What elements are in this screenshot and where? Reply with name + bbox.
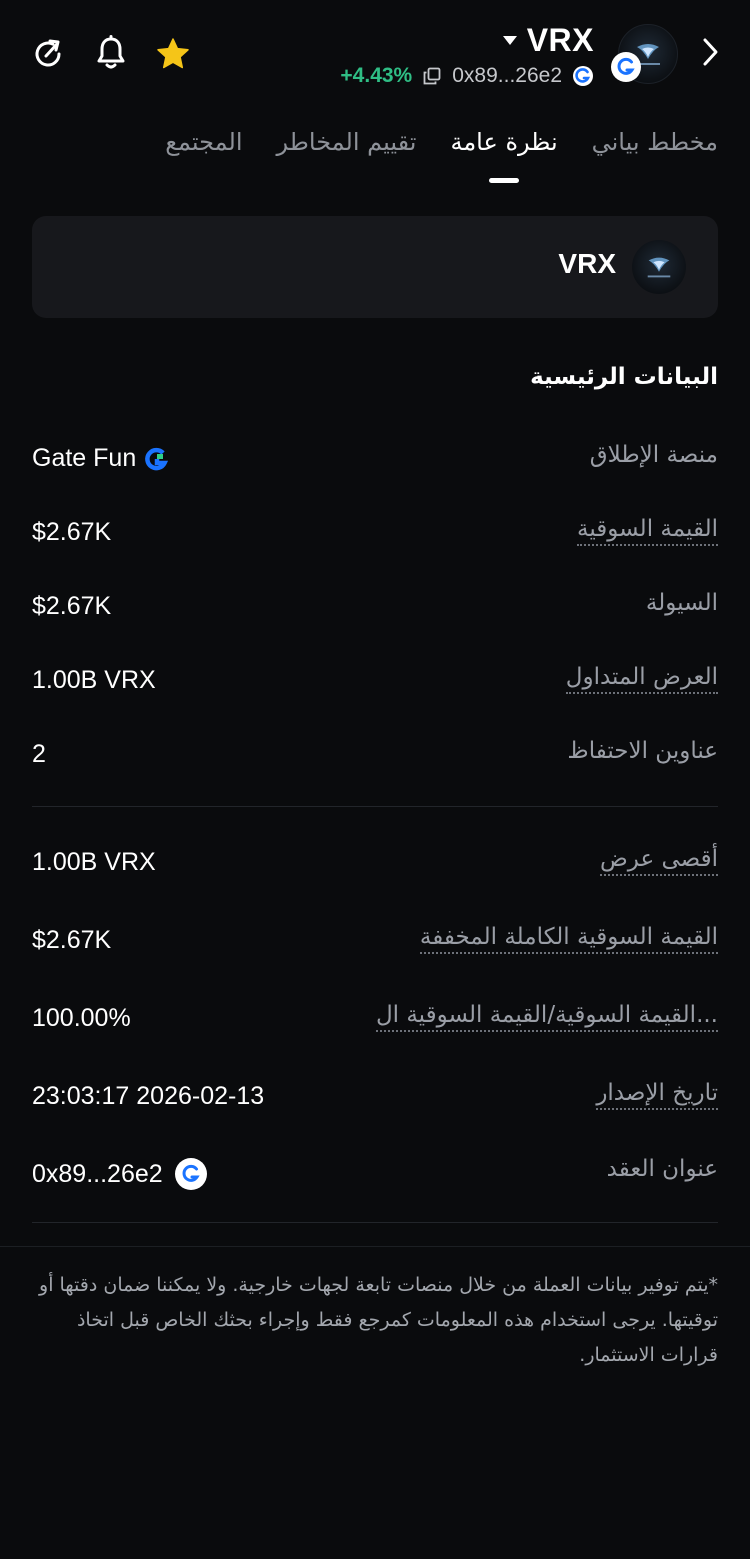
row-label[interactable]: تاريخ الإصدار [596,1080,718,1110]
row-label: عناوين الاحتفاظ [567,738,718,764]
section-divider [32,1222,718,1223]
row-label: السيولة [645,590,718,616]
tab-overview[interactable]: نظرة عامة [450,128,557,188]
contract-address-short[interactable]: 0x89...26e2 [452,64,562,88]
card-token-symbol: VRX [558,248,616,279]
token-header-info[interactable]: VRX +4.43% 0x89...26e2 [340,20,594,90]
top-bar: VRX +4.43% 0x89...26e2 [0,0,750,110]
row-label[interactable]: العرض المتداول [565,664,718,694]
row-label[interactable]: القيمة السوقية الكاملة المخففة [419,924,718,954]
data-row-issue-date: تاريخ الإصدار 23:03:17 2026-02-13 [32,1074,718,1118]
section-title: البيانات الرئيسية [530,364,718,390]
bell-icon[interactable] [90,32,132,74]
row-label: منصة الإطلاق [589,442,718,468]
launch-platform-value: Gate Fun [32,444,137,472]
row-label[interactable]: أقصى عرض [599,846,718,876]
footer-divider [0,1246,750,1247]
row-value: 1.00B VRX [32,848,156,876]
gate-fun-icon [145,447,169,470]
data-row-launch-platform: منصة الإطلاق Gate Fun [32,436,718,480]
token-logo [632,240,686,294]
row-value: 23:03:17 2026-02-13 [32,1082,265,1110]
row-value: 100.00% [32,1004,131,1032]
data-row-mc-fdv-ratio: القيمة السوقية/القيمة السوقية ال... 100.… [32,996,718,1040]
token-card: VRX [32,216,718,318]
row-label[interactable]: القيمة السوقية/القيمة السوقية ال... [375,1002,718,1032]
data-row-circulating-supply: العرض المتداول 1.00B VRX [32,658,718,702]
row-value: 2 [32,740,46,768]
data-row-liquidity: السيولة $2.67K [32,584,718,628]
caret-down-icon[interactable] [502,35,517,45]
token-symbol: VRX [526,21,594,58]
row-label: عنوان العقد [606,1156,718,1182]
data-row-fdv: القيمة السوقية الكاملة المخففة $2.67K [32,918,718,962]
price-change: +4.43% [340,64,413,87]
disclaimer-text: *يتم توفير بيانات العملة من خلال منصات ت… [39,1274,718,1366]
data-row-market-cap: القيمة السوقية $2.67K [32,510,718,554]
chain-badge-icon [611,52,641,82]
tab-chart[interactable]: مخطط بياني [592,128,718,188]
data-row-max-supply: أقصى عرض 1.00B VRX [32,840,718,884]
section-divider [32,806,718,807]
row-value: 0x89...26e2 [32,1158,207,1190]
tab-community[interactable]: المجتمع [165,128,242,188]
tab-risk-assessment[interactable]: تقييم المخاطر [277,128,417,188]
data-row-contract-address: عنوان العقد 0x89...26e2 [32,1150,718,1194]
row-value: $2.67K [32,518,112,546]
chevron-right-icon[interactable] [690,32,730,72]
row-label[interactable]: القيمة السوقية [577,516,718,546]
refresh-icon[interactable] [28,34,68,74]
star-icon[interactable] [152,33,194,75]
row-value: 1.00B VRX [32,666,156,694]
row-value: $2.67K [32,592,112,620]
copy-icon[interactable] [422,66,442,86]
row-value: Gate Fun [32,444,170,473]
row-value: $2.67K [32,926,112,954]
chain-icon [572,65,594,87]
tab-bar: مخطط بياني نظرة عامة تقييم المخاطر المجت… [165,128,718,188]
data-row-holder-addresses: عناوين الاحتفاظ 2 [32,732,718,776]
vortex-logo-icon [632,251,686,287]
contract-address-value[interactable]: 0x89...26e2 [32,1160,163,1189]
chain-explorer-icon[interactable] [174,1158,207,1190]
